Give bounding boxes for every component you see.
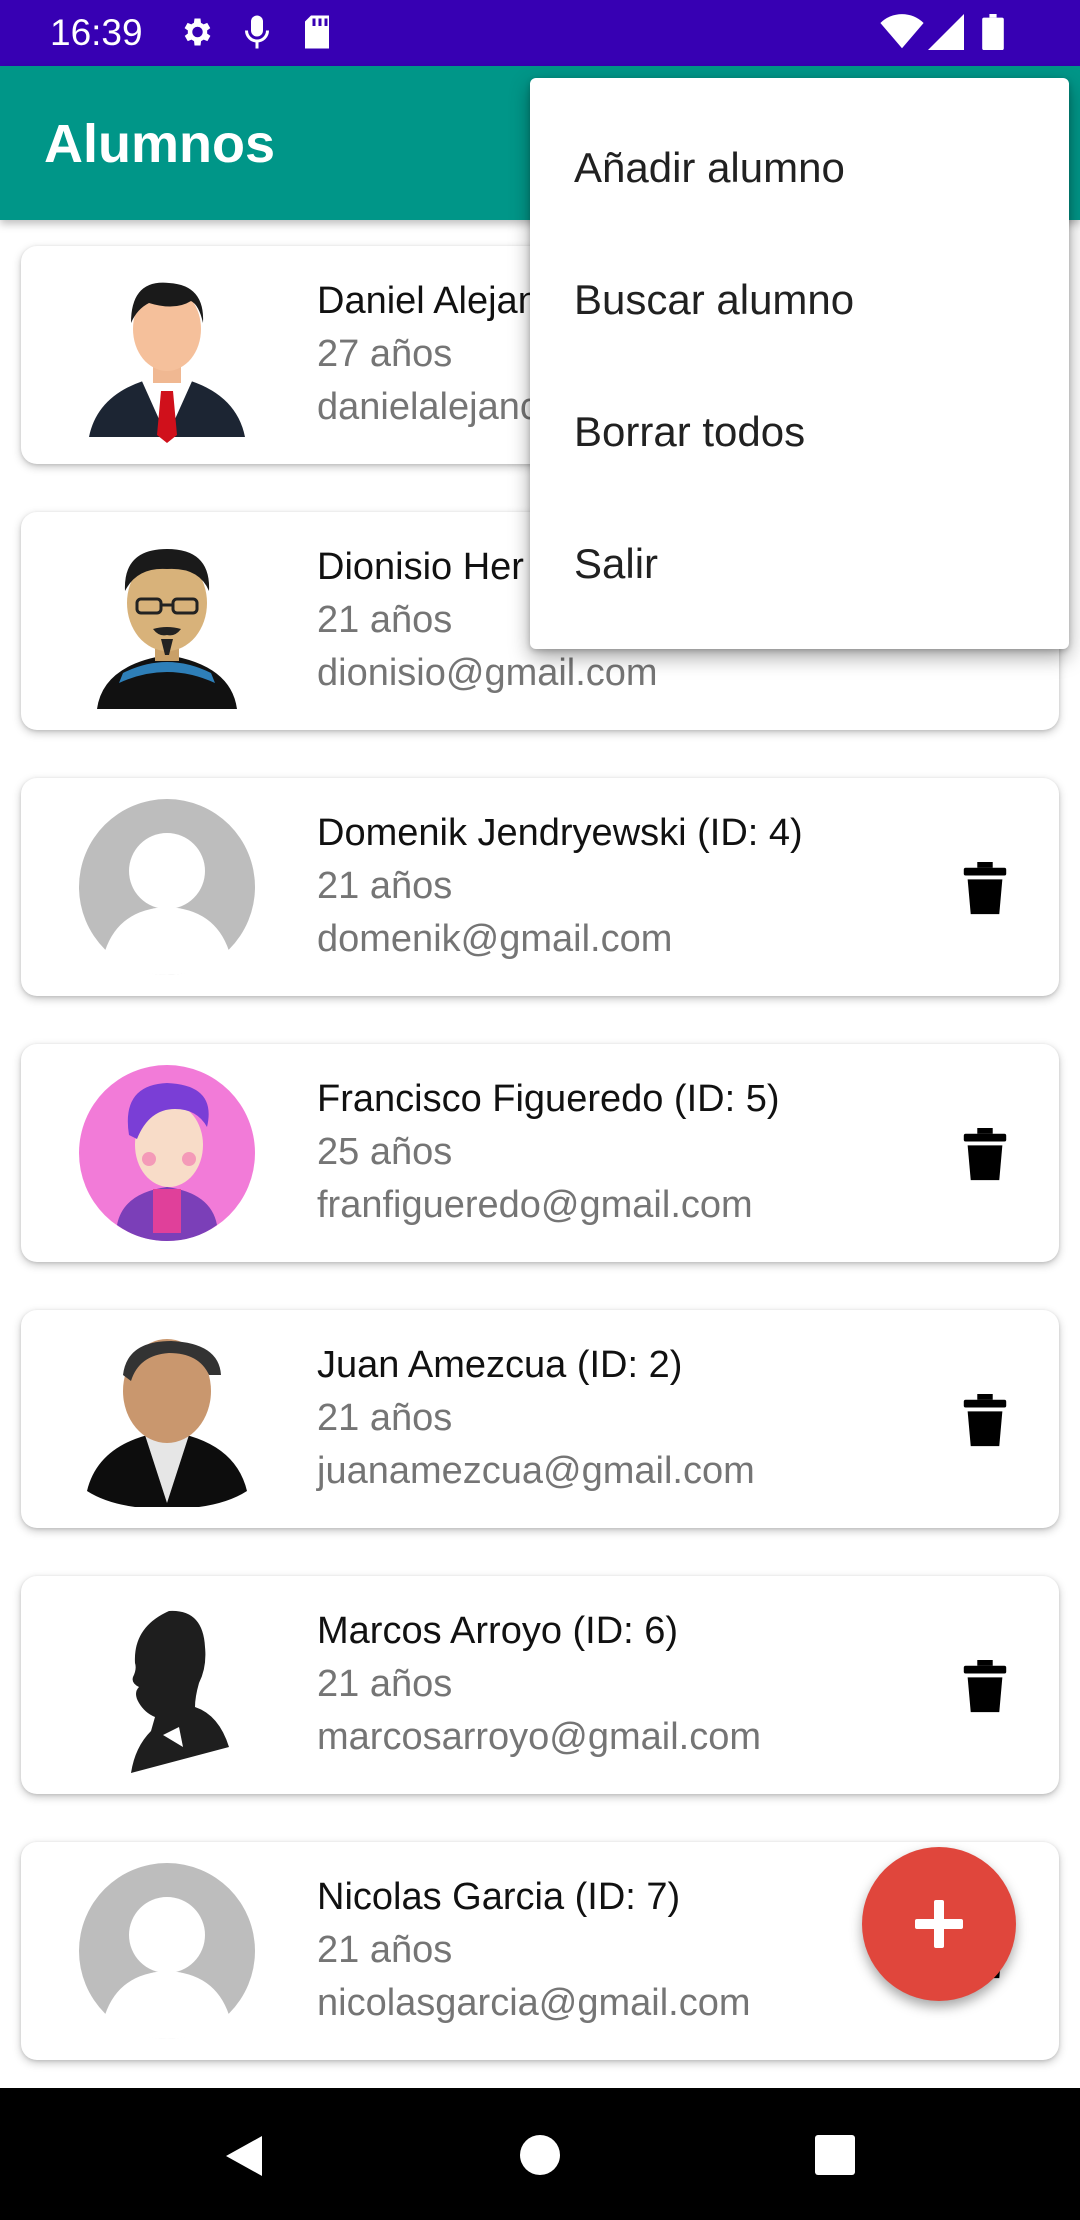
add-student-fab[interactable] xyxy=(862,1847,1016,2001)
back-triangle-icon[interactable] xyxy=(222,2134,266,2178)
plus-icon xyxy=(915,1900,963,1948)
student-age: 21 años xyxy=(317,1397,453,1439)
page-title: Alumnos xyxy=(44,114,276,174)
wifi-icon xyxy=(880,14,924,49)
student-name: Juan Amezcua (ID: 2) xyxy=(317,1344,683,1386)
avatar-default-icon xyxy=(79,1863,255,2039)
student-info: Francisco Figueredo (ID: 5) 25 años fran… xyxy=(317,1072,917,1232)
student-card[interactable]: Francisco Figueredo (ID: 5) 25 años fran… xyxy=(21,1044,1059,1262)
student-name: Nicolas Garcia (ID: 7) xyxy=(317,1876,681,1918)
menu-item-add-student[interactable]: Añadir alumno xyxy=(530,102,1069,234)
battery-icon xyxy=(982,14,1004,50)
student-name: Domenik Jendryewski (ID: 4) xyxy=(317,812,803,854)
avatar-man-glasses-icon xyxy=(97,549,237,709)
student-name: Marcos Arroyo (ID: 6) xyxy=(317,1610,679,1652)
navigation-bar xyxy=(0,2088,1080,2220)
menu-item-exit[interactable]: Salir xyxy=(530,498,1069,630)
student-age: 21 años xyxy=(317,1929,453,1971)
signal-icon xyxy=(928,14,964,50)
student-card[interactable]: Domenik Jendryewski (ID: 4) 21 años dome… xyxy=(21,778,1059,996)
student-email: juanamezcua@gmail.com xyxy=(317,1450,755,1492)
avatar-man-suit-icon xyxy=(89,282,245,443)
settings-gear-icon xyxy=(184,18,211,46)
student-age: 21 años xyxy=(317,1663,453,1705)
home-circle-icon[interactable] xyxy=(519,2134,561,2176)
microphone-icon xyxy=(245,15,269,49)
overflow-menu: Añadir alumno Buscar alumno Borrar todos… xyxy=(530,78,1069,649)
status-time: 16:39 xyxy=(50,12,143,53)
menu-item-delete-all[interactable]: Borrar todos xyxy=(530,366,1069,498)
student-email: domenik@gmail.com xyxy=(317,918,673,960)
student-age: 25 años xyxy=(317,1131,453,1173)
delete-icon[interactable] xyxy=(961,862,1009,916)
delete-icon[interactable] xyxy=(961,1660,1009,1714)
student-info: Domenik Jendryewski (ID: 4) 21 años dome… xyxy=(317,806,917,966)
student-info: Marcos Arroyo (ID: 6) 21 años marcosarro… xyxy=(317,1604,917,1764)
student-card[interactable]: Juan Amezcua (ID: 2) 21 años juanamezcua… xyxy=(21,1310,1059,1528)
student-info: Juan Amezcua (ID: 2) 21 años juanamezcua… xyxy=(317,1338,917,1498)
student-email: franfigueredo@gmail.com xyxy=(317,1184,753,1226)
student-email: dionisio@gmail.com xyxy=(317,652,658,694)
student-age: 21 años xyxy=(317,865,453,907)
status-bar: 16:39 xyxy=(0,0,1080,66)
student-name: Francisco Figueredo (ID: 5) xyxy=(317,1078,780,1120)
student-info: Nicolas Garcia (ID: 7) 21 años nicolasga… xyxy=(317,1870,917,2030)
avatar-silhouette-icon xyxy=(131,1610,229,1773)
student-card[interactable]: Marcos Arroyo (ID: 6) 21 años marcosarro… xyxy=(21,1576,1059,1794)
menu-item-search-student[interactable]: Buscar alumno xyxy=(530,234,1069,366)
delete-icon[interactable] xyxy=(961,1128,1009,1182)
avatar-man-jacket-icon xyxy=(87,1339,247,1507)
delete-icon[interactable] xyxy=(961,1394,1009,1448)
avatar-default-icon xyxy=(79,799,255,975)
student-email: marcosarroyo@gmail.com xyxy=(317,1716,762,1758)
student-email: nicolasgarcia@gmail.com xyxy=(317,1982,751,2024)
sd-card-icon xyxy=(305,15,329,49)
avatar-cartoon-icon xyxy=(79,1065,255,1241)
recents-square-icon[interactable] xyxy=(814,2134,856,2176)
